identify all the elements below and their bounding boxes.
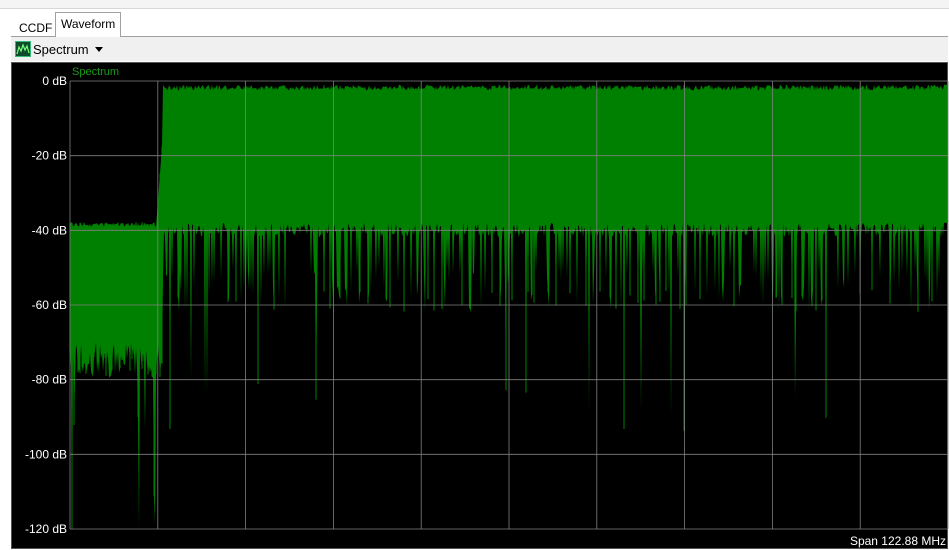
y-tick-label: -20 dB	[32, 149, 67, 163]
tab-bar: CCDF Waveform	[11, 8, 948, 38]
tab-waveform[interactable]: Waveform	[55, 12, 122, 38]
y-tick-label: 0 dB	[42, 74, 67, 88]
y-tick-label: -120 dB	[25, 522, 67, 536]
series-label: Spectrum	[72, 66, 119, 78]
spectrum-view-dropdown[interactable]: Spectrum	[15, 40, 103, 58]
y-tick-label: -80 dB	[32, 373, 67, 387]
tab-ccdf[interactable]: CCDF	[14, 20, 57, 36]
spectrum-plot[interactable]: 0 dB -20 dB -40 dB -60 dB -80 dB -100 dB -120 …	[11, 62, 949, 549]
span-label: Span 122.88 MHz	[850, 534, 946, 548]
spectrum-label: Spectrum	[33, 41, 89, 57]
spectrum-icon	[15, 41, 31, 57]
y-tick-label: -60 dB	[32, 298, 67, 312]
y-tick-label: -100 dB	[25, 447, 67, 461]
y-tick-label: -40 dB	[32, 223, 67, 237]
toolbar: Spectrum	[11, 37, 948, 61]
chevron-down-icon[interactable]	[94, 46, 103, 52]
spectrum-chart-svg: 0 dB -20 dB -40 dB -60 dB -80 dB -100 dB -120 …	[25, 66, 949, 548]
